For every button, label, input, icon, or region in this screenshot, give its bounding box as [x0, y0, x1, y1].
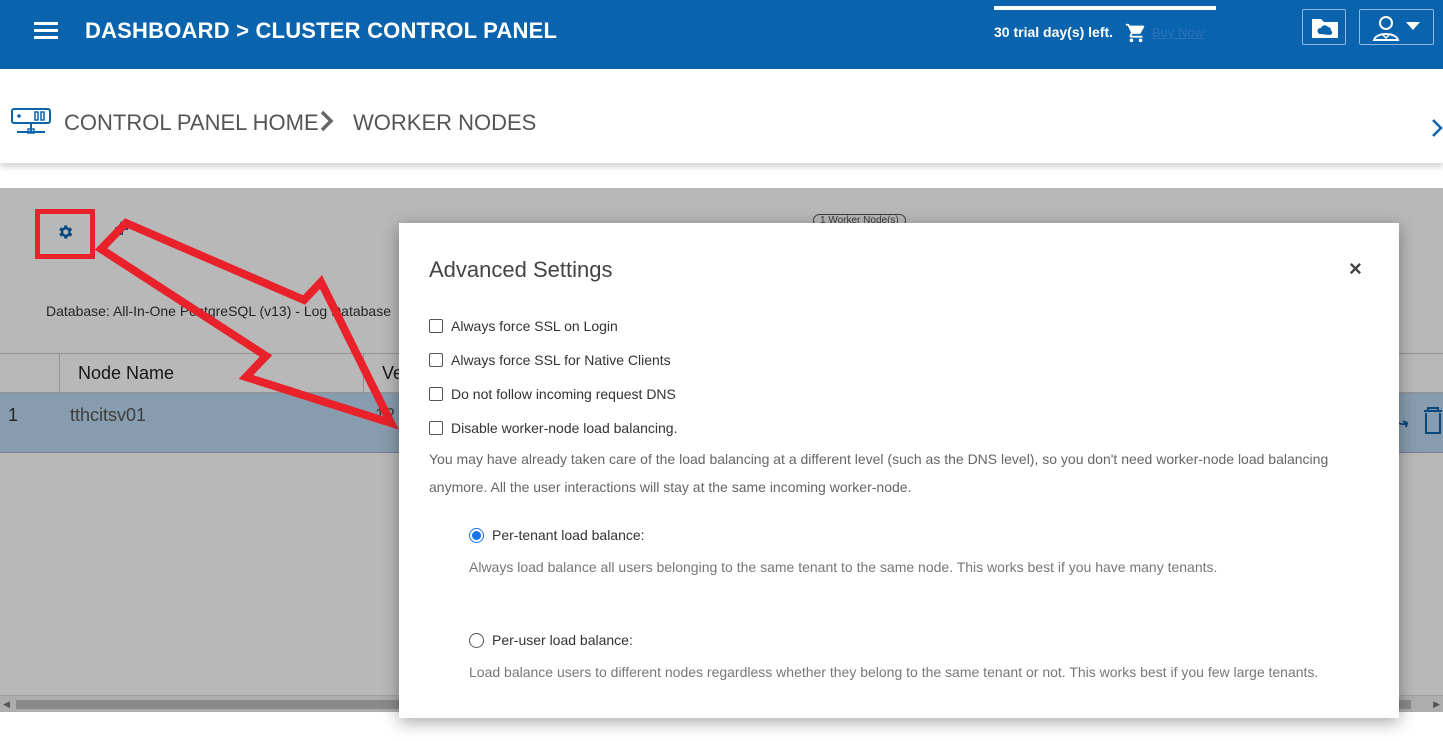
server-rack-icon — [11, 108, 51, 134]
radio-per-tenant[interactable]: Per-tenant load balance: — [469, 523, 645, 547]
radio-per-user[interactable]: Per-user load balance: — [469, 628, 633, 652]
cart-icon[interactable] — [1125, 22, 1147, 44]
breadcrumb-home-link[interactable]: CONTROL PANEL HOME — [64, 110, 319, 136]
load-balancing-description: You may have already taken care of the l… — [429, 451, 1329, 495]
radio-description: Load balance users to different nodes re… — [469, 664, 1319, 680]
checkbox[interactable] — [429, 353, 443, 367]
radio-label: Per-user load balance: — [492, 632, 633, 648]
hamburger-menu-icon[interactable] — [34, 22, 58, 42]
user-account-icon — [1372, 16, 1420, 41]
close-icon[interactable]: × — [1349, 256, 1362, 282]
checkbox[interactable] — [429, 387, 443, 401]
panel-expand-chevron-icon[interactable] — [1430, 116, 1443, 140]
checkbox-label: Always force SSL for Native Clients — [451, 352, 671, 368]
checkbox[interactable] — [429, 319, 443, 333]
page-title: DASHBOARD > CLUSTER CONTROL PANEL — [85, 18, 558, 43]
radio-button[interactable] — [469, 632, 484, 648]
buy-now-link[interactable]: Buy Now — [1152, 25, 1204, 40]
checkbox-no-follow-dns[interactable]: Do not follow incoming request DNS — [429, 382, 676, 406]
chevron-right-icon — [320, 110, 334, 132]
user-menu-button[interactable] — [1359, 9, 1434, 45]
radio-button[interactable] — [469, 527, 484, 543]
annotation-highlight-box — [35, 209, 95, 259]
cloud-folder-icon — [1312, 19, 1338, 38]
checkbox-label: Do not follow incoming request DNS — [451, 386, 676, 402]
checkbox-force-ssl-login[interactable]: Always force SSL on Login — [429, 314, 618, 338]
radio-description: Always load balance all users belonging … — [469, 559, 1218, 575]
advanced-settings-dialog: Advanced Settings × Always force SSL on … — [399, 223, 1399, 718]
top-bar: DASHBOARD > CLUSTER CONTROL PANEL 30 tri… — [0, 0, 1443, 69]
checkbox-label: Always force SSL on Login — [451, 318, 618, 334]
checkbox-label: Disable worker-node load balancing. — [451, 420, 678, 436]
checkbox-disable-load-balancing[interactable]: Disable worker-node load balancing. — [429, 416, 677, 440]
checkbox-force-ssl-native[interactable]: Always force SSL for Native Clients — [429, 348, 671, 372]
checkbox[interactable] — [429, 421, 443, 435]
dialog-title: Advanced Settings — [429, 257, 613, 282]
cloud-folder-button[interactable] — [1302, 9, 1346, 45]
breadcrumb: CONTROL PANEL HOME WORKER NODES — [0, 69, 1443, 163]
breadcrumb-current: WORKER NODES — [353, 110, 537, 135]
trial-progress-bar — [994, 6, 1216, 10]
trial-days-text: 30 trial day(s) left. — [994, 24, 1114, 40]
radio-label: Per-tenant load balance: — [492, 527, 645, 543]
